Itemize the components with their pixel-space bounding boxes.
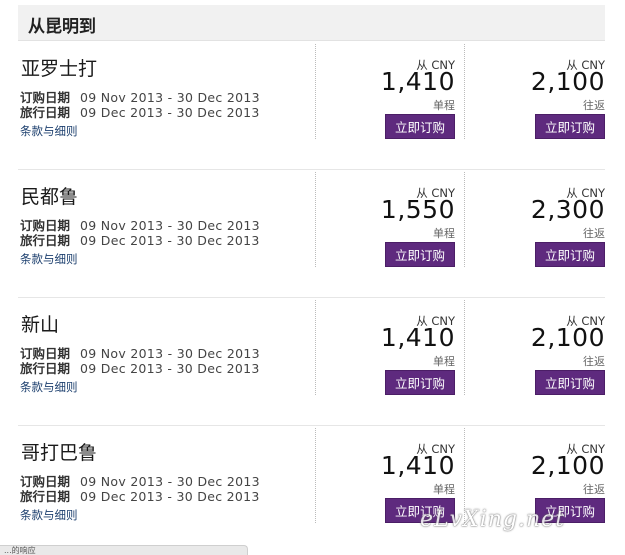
destination-name: 哥打巴鲁 [21,442,98,464]
header-bar: 从昆明到 [18,5,605,41]
round-trip-label: 往返 [583,227,605,240]
travel-date-value: 09 Dec 2013 - 30 Dec 2013 [80,233,260,248]
column-separator [315,300,316,395]
travel-date-row: 旅行日期 09 Dec 2013 - 30 Dec 2013 [20,230,260,249]
book-round-trip-button[interactable]: 立即订购 [535,114,605,139]
one-way-label: 单程 [433,227,455,240]
book-round-trip-button[interactable]: 立即订购 [535,370,605,395]
column-separator [315,428,316,523]
round-trip-label: 往返 [583,483,605,496]
round-trip-price: 2,300 [530,195,605,224]
one-way-price: 1,410 [380,451,455,480]
destination-name: 亚罗士打 [21,58,98,80]
one-way-label: 单程 [433,99,455,112]
travel-date-value: 09 Dec 2013 - 30 Dec 2013 [80,105,260,120]
column-separator [315,172,316,267]
fare-card-3: 新山 订购日期 09 Nov 2013 - 30 Dec 2013 旅行日期 09 … [18,298,605,426]
terms-link[interactable]: 条款与细则 [20,379,78,395]
round-trip-price: 2,100 [530,451,605,480]
round-trip-price: 2,100 [530,323,605,352]
book-one-way-button[interactable]: 立即订购 [385,114,455,139]
fare-card-2: 民都鲁 订购日期 09 Nov 2013 - 30 Dec 2013 旅行日期 09… [18,170,605,298]
site-watermark: eLvXing.net [420,507,566,532]
travel-date-label: 旅行日期 [20,233,71,248]
terms-link[interactable]: 条款与细则 [20,123,78,139]
travel-date-row: 旅行日期 09 Dec 2013 - 30 Dec 2013 [20,358,260,377]
column-separator [464,44,465,139]
round-trip-label: 往返 [583,99,605,112]
page-title: 从昆明到 [28,17,96,37]
fare-card-1: 亚罗士打 订购日期 09 Nov 2013 - 30 Dec 2013 旅行日期 0… [18,42,605,170]
travel-date-row: 旅行日期 09 Dec 2013 - 30 Dec 2013 [20,486,260,505]
book-one-way-button[interactable]: 立即订购 [385,242,455,267]
column-separator [464,300,465,395]
column-separator [464,172,465,267]
terms-link[interactable]: 条款与细则 [20,251,78,267]
travel-date-value: 09 Dec 2013 - 30 Dec 2013 [80,489,260,504]
travel-date-value: 09 Dec 2013 - 30 Dec 2013 [80,361,260,376]
terms-link[interactable]: 条款与细则 [20,507,78,523]
browser-status-bar: ...的响应 [0,545,248,555]
one-way-price: 1,410 [380,67,455,96]
travel-date-label: 旅行日期 [20,105,71,120]
travel-date-label: 旅行日期 [20,489,71,504]
destination-name: 民都鲁 [21,186,79,208]
travel-date-row: 旅行日期 09 Dec 2013 - 30 Dec 2013 [20,102,260,121]
one-way-price: 1,410 [380,323,455,352]
book-one-way-button[interactable]: 立即订购 [385,370,455,395]
book-round-trip-button[interactable]: 立即订购 [535,242,605,267]
one-way-price: 1,550 [380,195,455,224]
fare-card-4: 哥打巴鲁 订购日期 09 Nov 2013 - 30 Dec 2013 旅行日期 0… [18,426,605,554]
destination-name: 新山 [21,314,60,336]
travel-date-label: 旅行日期 [20,361,71,376]
round-trip-label: 往返 [583,355,605,368]
round-trip-price: 2,100 [530,67,605,96]
column-separator [315,44,316,139]
one-way-label: 单程 [433,483,455,496]
one-way-label: 单程 [433,355,455,368]
